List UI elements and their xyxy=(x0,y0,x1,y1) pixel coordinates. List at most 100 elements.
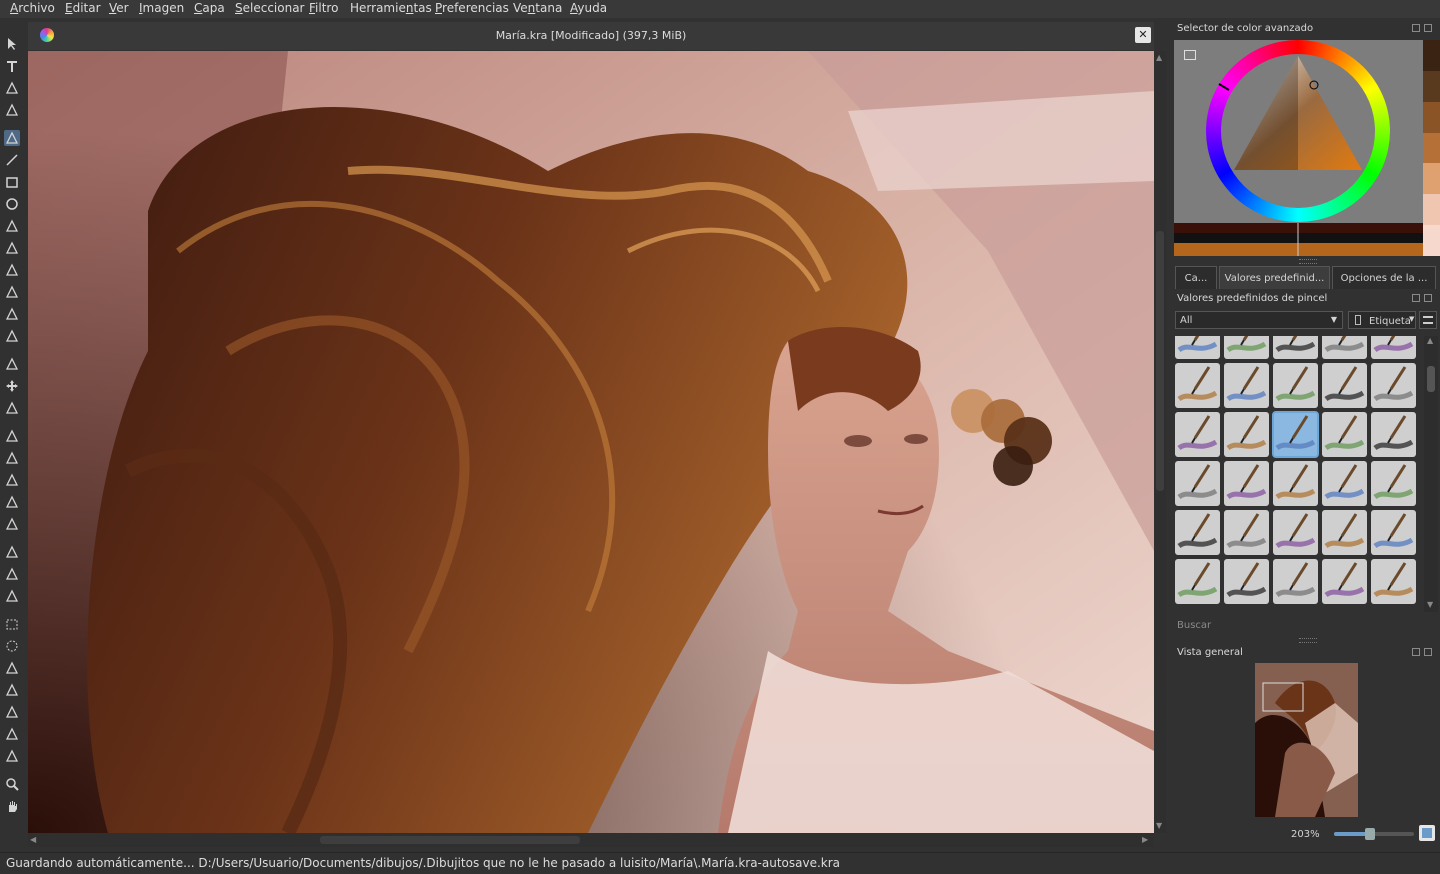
color-history-swatch[interactable] xyxy=(1423,163,1440,195)
tab-brush-presets[interactable]: Valores predefinid... xyxy=(1219,266,1330,289)
pan-icon[interactable] xyxy=(4,798,20,814)
brush-preset[interactable] xyxy=(1322,412,1367,457)
scroll-up-icon[interactable]: ▲ xyxy=(1427,336,1433,346)
polyline-icon[interactable] xyxy=(4,240,20,256)
menu-item-archivo[interactable]: Archivo xyxy=(10,1,55,15)
preset-filter-dropdown[interactable]: All ▼ xyxy=(1175,311,1343,329)
freehand-select-icon[interactable] xyxy=(4,682,20,698)
brush-preset[interactable] xyxy=(1224,559,1269,604)
color-history-swatch[interactable] xyxy=(1423,101,1440,133)
colorize-mask-icon[interactable] xyxy=(4,472,20,488)
brush-preset[interactable] xyxy=(1371,336,1416,359)
brush-preset[interactable] xyxy=(1273,461,1318,506)
color-picker-icon[interactable] xyxy=(4,450,20,466)
tab-ca[interactable]: Ca... xyxy=(1175,266,1217,289)
ellipse-icon[interactable] xyxy=(4,196,20,212)
brush-preset[interactable] xyxy=(1224,363,1269,408)
ellipse-select-icon[interactable] xyxy=(4,638,20,654)
brush-preset[interactable] xyxy=(1224,412,1269,457)
tab-tool-options[interactable]: Opciones de la ... xyxy=(1332,266,1436,289)
brush-preset[interactable] xyxy=(1272,411,1319,458)
contiguous-select-icon[interactable] xyxy=(4,704,20,720)
brush-preset[interactable] xyxy=(1224,510,1269,555)
menu-item-ayuda[interactable]: Ayuda xyxy=(570,1,607,15)
bezier-curve-icon[interactable] xyxy=(4,262,20,278)
select-shapes-icon[interactable] xyxy=(4,36,20,52)
polygon-select-icon[interactable] xyxy=(4,660,20,676)
menu-item-editar[interactable]: Editar xyxy=(65,1,101,15)
menu-item-capa[interactable]: Capa xyxy=(194,1,225,15)
freehand-path-icon[interactable] xyxy=(4,284,20,300)
zoom-to-fit-button[interactable] xyxy=(1419,825,1435,841)
scroll-up-icon[interactable]: ▲ xyxy=(1156,53,1162,63)
dock-float-close-icon[interactable] xyxy=(1412,24,1434,34)
brush-preset[interactable] xyxy=(1322,461,1367,506)
move-icon[interactable] xyxy=(4,378,20,394)
text-icon[interactable] xyxy=(4,58,20,74)
dock-float-close-icon-3[interactable] xyxy=(1412,648,1434,658)
brush-preset[interactable] xyxy=(1175,510,1220,555)
measure-icon[interactable] xyxy=(4,566,20,582)
menu-item-imagen[interactable]: Imagen xyxy=(139,1,184,15)
color-history-swatch[interactable] xyxy=(1423,40,1440,71)
canvas[interactable] xyxy=(28,51,1154,833)
color-wheel[interactable] xyxy=(1174,40,1423,256)
zoom-slider-handle[interactable] xyxy=(1365,828,1375,840)
dynamic-brush-icon[interactable] xyxy=(4,306,20,322)
gradient-icon[interactable] xyxy=(4,428,20,444)
color-history-swatch[interactable] xyxy=(1423,70,1440,102)
scroll-left-icon[interactable]: ◀ xyxy=(30,835,36,845)
brush-preset[interactable] xyxy=(1273,510,1318,555)
zoom-slider[interactable] xyxy=(1334,828,1414,840)
brush-preset[interactable] xyxy=(1273,336,1318,359)
brush-preset[interactable] xyxy=(1371,559,1416,604)
brush-preset[interactable] xyxy=(1273,363,1318,408)
brush-preset[interactable] xyxy=(1175,363,1220,408)
brush-preset[interactable] xyxy=(1322,363,1367,408)
color-selector-settings-icon[interactable] xyxy=(1184,50,1196,60)
color-history-swatch[interactable] xyxy=(1423,225,1440,256)
multibrush-icon[interactable] xyxy=(4,328,20,344)
brush-preset[interactable] xyxy=(1371,510,1416,555)
zoom-icon[interactable] xyxy=(4,776,20,792)
canvas-horizontal-scrollbar[interactable]: ◀ ▶ xyxy=(28,833,1154,847)
crop-icon[interactable] xyxy=(4,400,20,416)
edit-shapes-icon[interactable] xyxy=(4,80,20,96)
similar-select-icon[interactable] xyxy=(4,726,20,742)
menu-item-herramientas[interactable]: Herramientas xyxy=(350,1,432,15)
freehand-brush-icon[interactable] xyxy=(4,130,20,146)
preset-view-menu-button[interactable] xyxy=(1419,311,1437,329)
assistant-icon[interactable] xyxy=(4,544,20,560)
dock-splitter-grip-2[interactable] xyxy=(1299,638,1317,643)
brush-preset[interactable] xyxy=(1322,510,1367,555)
calligraphy-icon[interactable] xyxy=(4,102,20,118)
brush-preset[interactable] xyxy=(1371,363,1416,408)
menu-item-ver[interactable]: Ver xyxy=(109,1,129,15)
fill-icon[interactable] xyxy=(4,516,20,532)
brush-preset[interactable] xyxy=(1371,412,1416,457)
color-history-swatch[interactable] xyxy=(1423,132,1440,164)
brush-preset[interactable] xyxy=(1224,461,1269,506)
brush-preset[interactable] xyxy=(1175,559,1220,604)
scroll-down-icon[interactable]: ▼ xyxy=(1427,600,1433,610)
horizontal-scroll-thumb[interactable] xyxy=(320,836,580,844)
polygon-icon[interactable] xyxy=(4,218,20,234)
brush-preset[interactable] xyxy=(1224,336,1269,359)
menu-item-filtro[interactable]: Filtro xyxy=(309,1,338,15)
rectangle-icon[interactable] xyxy=(4,174,20,190)
tag-button[interactable]: Etiqueta ▼ xyxy=(1348,311,1416,329)
dock-float-close-icon-2[interactable] xyxy=(1412,294,1434,304)
canvas-vertical-scrollbar[interactable]: ▲ ▼ xyxy=(1154,51,1166,833)
brush-preset[interactable] xyxy=(1175,461,1220,506)
smart-patch-icon[interactable] xyxy=(4,494,20,510)
bezier-select-icon[interactable] xyxy=(4,748,20,764)
brush-preset[interactable] xyxy=(1322,559,1367,604)
brush-preset[interactable] xyxy=(1371,461,1416,506)
preset-scroll-thumb[interactable] xyxy=(1427,366,1435,392)
rect-select-icon[interactable] xyxy=(4,616,20,632)
close-document-button[interactable]: ✕ xyxy=(1135,27,1151,43)
reference-images-icon[interactable] xyxy=(4,588,20,604)
preset-scrollbar[interactable]: ▲ ▼ xyxy=(1424,336,1438,612)
menu-item-seleccionar[interactable]: Seleccionar xyxy=(235,1,305,15)
color-wheel-area[interactable] xyxy=(1174,40,1423,256)
